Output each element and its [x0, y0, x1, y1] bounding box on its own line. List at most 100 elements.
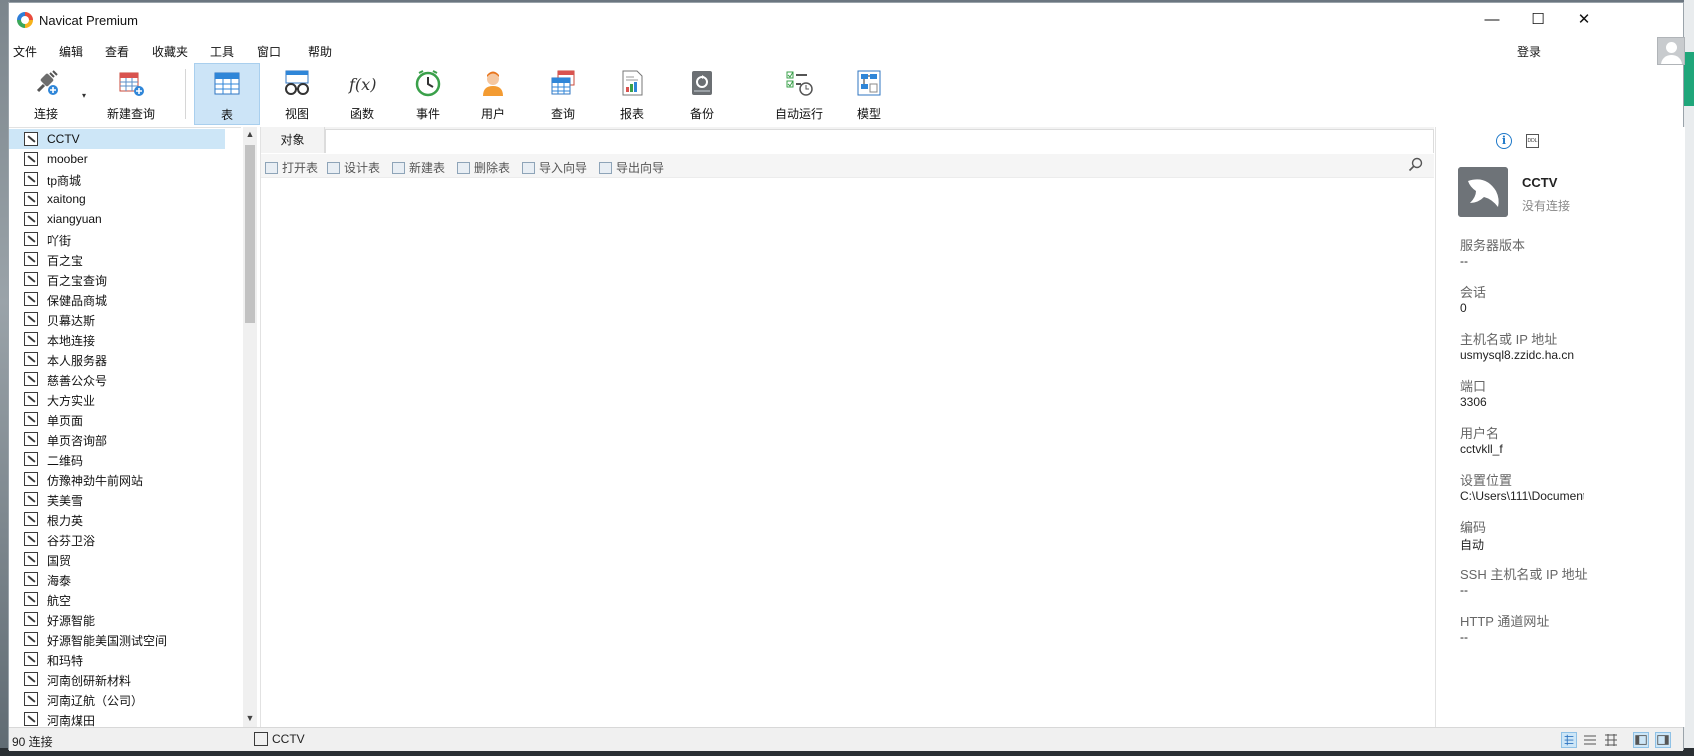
- delete-table-button[interactable]: 删除表: [457, 159, 510, 176]
- connection-item[interactable]: 百之宝: [9, 249, 225, 269]
- search-icon[interactable]: [1408, 157, 1424, 173]
- sessions-value: 0: [1460, 301, 1467, 315]
- connection-item[interactable]: CCTV: [9, 129, 225, 149]
- ddl-icon[interactable]: DDL: [1526, 134, 1539, 148]
- info-icon[interactable]: i: [1496, 133, 1512, 149]
- minimize-button[interactable]: —: [1469, 3, 1515, 37]
- view-tool-button[interactable]: 视图: [264, 63, 330, 125]
- object-panel: 对象 打开表 设计表 新建表 删除表 导入向导 导出向导: [260, 127, 1434, 727]
- menu-window[interactable]: 窗口: [257, 43, 281, 60]
- maximize-button[interactable]: ☐: [1515, 3, 1561, 37]
- user-tool-button[interactable]: 用户: [460, 63, 526, 125]
- scroll-up-icon[interactable]: ▲: [243, 129, 257, 139]
- connection-item[interactable]: 本人服务器: [9, 349, 225, 369]
- connection-item[interactable]: xiangyuan: [9, 209, 225, 229]
- connection-item[interactable]: 单页面: [9, 409, 225, 429]
- mysql-connection-icon: [24, 312, 38, 326]
- connection-item[interactable]: 谷芬卫浴: [9, 529, 225, 549]
- function-tool-button[interactable]: f(x) 函数: [329, 63, 395, 125]
- connection-item[interactable]: 二维码: [9, 449, 225, 469]
- mysql-connection-icon: [24, 332, 38, 346]
- menu-edit[interactable]: 编辑: [59, 43, 83, 60]
- svg-text:f(x): f(x): [348, 75, 376, 94]
- connection-item[interactable]: 河南创研新材料: [9, 669, 225, 689]
- connection-item[interactable]: 贝幕达斯: [9, 309, 225, 329]
- menu-help[interactable]: 帮助: [308, 43, 332, 60]
- connection-item[interactable]: 慈善公众号: [9, 369, 225, 389]
- open-table-button[interactable]: 打开表: [265, 159, 318, 176]
- menu-file[interactable]: 文件: [13, 43, 37, 60]
- connection-item[interactable]: 好源智能美国测试空间: [9, 629, 225, 649]
- event-clock-icon: [415, 70, 441, 97]
- menu-view[interactable]: 查看: [105, 43, 129, 60]
- connection-item[interactable]: 河南煤田: [9, 709, 225, 729]
- detail-view-icon[interactable]: [1582, 732, 1598, 748]
- close-button[interactable]: ✕: [1561, 3, 1607, 37]
- connection-name: CCTV: [1522, 175, 1558, 190]
- query-tool-button[interactable]: 查询: [530, 63, 596, 125]
- connection-item[interactable]: tp商城: [9, 169, 225, 189]
- port-label: 端口: [1460, 379, 1487, 394]
- menu-favorites[interactable]: 收藏夹: [152, 43, 188, 60]
- connection-item[interactable]: 国贸: [9, 549, 225, 569]
- connection-item[interactable]: 本地连接: [9, 329, 225, 349]
- menu-tools[interactable]: 工具: [210, 43, 234, 60]
- model-tool-button[interactable]: 模型: [836, 63, 902, 125]
- new-query-button[interactable]: 新建查询: [89, 63, 173, 125]
- mysql-connection-icon: [24, 472, 38, 486]
- connection-item[interactable]: 好源智能: [9, 609, 225, 629]
- connection-item[interactable]: 和玛特: [9, 649, 225, 669]
- scroll-down-icon[interactable]: ▼: [243, 713, 257, 723]
- new-query-label: 新建查询: [106, 107, 155, 121]
- connection-item[interactable]: 海泰: [9, 569, 225, 589]
- backup-tool-button[interactable]: 备份: [669, 63, 735, 125]
- port-value: 3306: [1460, 395, 1487, 409]
- navigator-scrollbar[interactable]: ▲ ▼: [243, 127, 257, 727]
- event-tool-button[interactable]: 事件: [395, 63, 461, 125]
- scrollbar-thumb[interactable]: [245, 145, 255, 323]
- connect-button[interactable]: 连接: [13, 63, 79, 125]
- export-wizard-button[interactable]: 导出向导: [599, 159, 664, 176]
- grid-view-icon[interactable]: [1603, 732, 1619, 748]
- table-tool-button[interactable]: 表: [194, 63, 260, 125]
- connection-item[interactable]: xaitong: [9, 189, 225, 209]
- backup-icon: [692, 71, 712, 95]
- function-tool-label: 函数: [349, 107, 374, 121]
- user-avatar[interactable]: [1657, 37, 1685, 65]
- desktop-side-tab: [1684, 52, 1694, 106]
- view-glasses-icon: [285, 70, 309, 95]
- toggle-info-panel-icon[interactable]: [1655, 732, 1671, 748]
- connection-item[interactable]: 保健品商城: [9, 289, 225, 309]
- connection-item[interactable]: 单页咨询部: [9, 429, 225, 449]
- report-tool-button[interactable]: 报表: [599, 63, 665, 125]
- connection-item[interactable]: 大方实业: [9, 389, 225, 409]
- connection-item[interactable]: 航空: [9, 589, 225, 609]
- connection-item[interactable]: moober: [9, 149, 225, 169]
- server-version-value: --: [1460, 254, 1468, 268]
- connect-dropdown-icon[interactable]: ▾: [82, 91, 86, 100]
- export-wizard-icon: [599, 162, 612, 174]
- sessions-label: 会话: [1460, 285, 1487, 300]
- mysql-connection-icon: [24, 452, 38, 466]
- connection-status: 没有连接: [1522, 199, 1571, 213]
- connection-item[interactable]: 芙美雪: [9, 489, 225, 509]
- desktop-background-right: [1684, 0, 1694, 756]
- new-table-button[interactable]: 新建表: [392, 159, 445, 176]
- design-table-button[interactable]: 设计表: [327, 159, 380, 176]
- settings-location-label: 设置位置: [1460, 473, 1513, 488]
- status-bar: 90 连接 CCTV: [9, 727, 1683, 751]
- connection-item[interactable]: 吖街: [9, 229, 225, 249]
- tab-objects[interactable]: 对象: [261, 127, 325, 153]
- list-view-icon[interactable]: [1561, 732, 1577, 748]
- connection-item[interactable]: 百之宝查询: [9, 269, 225, 289]
- automation-tool-button[interactable]: 自动运行: [761, 63, 837, 125]
- connection-item[interactable]: 河南辽航（公司）: [9, 689, 225, 709]
- ssh-host-label: SSH 主机名或 IP 地址: [1460, 567, 1588, 582]
- table-tool-label: 表: [220, 108, 233, 122]
- import-wizard-button[interactable]: 导入向导: [522, 159, 587, 176]
- connection-item[interactable]: 仿豫神劲牛前网站: [9, 469, 225, 489]
- connection-item[interactable]: 根力英: [9, 509, 225, 529]
- encoding-value: 自动: [1460, 538, 1485, 552]
- toggle-navigator-icon[interactable]: [1633, 732, 1649, 748]
- login-link[interactable]: 登录: [1517, 43, 1541, 60]
